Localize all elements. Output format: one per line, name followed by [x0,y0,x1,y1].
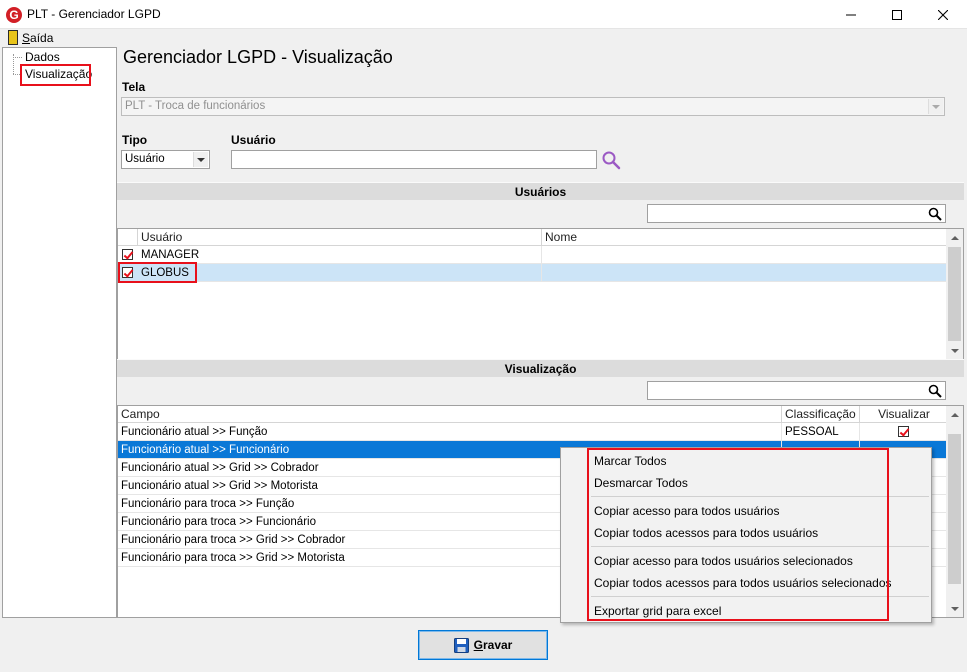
user-cell: MANAGER [138,246,542,264]
chevron-down-icon [193,152,208,167]
maximize-icon [892,9,902,20]
screen-dropdown-value: PLT - Troca de funcionários [125,100,266,112]
users-section-header: Usuários [117,182,964,200]
column-header-classificacao[interactable]: Classificação [782,406,860,423]
navigation-tree: Dados Visualização [2,47,117,618]
window-title: PLT - Gerenciador LGPD [27,7,161,21]
maximize-button[interactable] [874,0,920,29]
context-menu-highlight [587,448,889,621]
column-header-visualizar[interactable]: Visualizar [860,406,948,423]
scroll-up-icon[interactable] [946,229,963,246]
save-button[interactable]: Gravar [418,630,548,660]
exit-door-icon [8,30,18,45]
field-cell: Funcionário atual >> Função [118,423,782,441]
user-row-highlight [118,262,197,283]
tree-item-dados[interactable]: Dados [25,50,60,64]
table-row[interactable]: Funcionário atual >> Função PESSOAL [118,423,948,441]
scroll-thumb[interactable] [948,247,961,341]
tree-item-highlight [20,64,91,86]
save-button-label: Gravar [473,638,513,652]
scroll-thumb[interactable] [948,434,961,584]
table-row[interactable]: GLOBUS [118,264,948,282]
scroll-down-icon[interactable] [946,600,963,617]
chevron-down-icon [928,99,943,114]
view-search-input[interactable] [647,381,946,400]
menu-bar: Saída [0,29,967,47]
user-cell: GLOBUS [138,264,542,282]
column-header-nome[interactable]: Nome [542,229,948,246]
title-bar[interactable]: G PLT - Gerenciador LGPD [0,0,967,29]
name-cell [542,264,948,282]
scroll-down-icon[interactable] [946,342,963,359]
view-grid-scrollbar[interactable] [946,406,963,617]
search-icon[interactable] [601,150,621,170]
column-header-campo[interactable]: Campo [118,406,782,423]
users-grid-scrollbar[interactable] [946,229,963,359]
exit-menu[interactable]: Saída [3,29,54,47]
scroll-up-icon[interactable] [946,406,963,423]
screen-dropdown[interactable]: PLT - Troca de funcionários [121,97,945,116]
users-search-icon[interactable] [928,207,942,221]
column-header-usuario[interactable]: Usuário [138,229,542,246]
view-section-header: Visualização [117,359,964,377]
users-grid[interactable]: Usuário Nome MANAGER GLOBUS [117,228,964,360]
name-cell [542,246,948,264]
minimize-icon [846,14,856,15]
exit-menu-label: Saída [22,31,54,45]
user-input[interactable] [231,150,597,169]
app-logo-icon: G [6,7,22,23]
type-dropdown-value: Usuário [125,153,165,165]
screen-label: Tela [122,80,146,94]
type-label: Tipo [122,133,148,147]
classification-cell: PESSOAL [782,423,860,441]
minimize-button[interactable] [828,0,874,29]
users-search-input[interactable] [647,204,946,223]
table-row[interactable]: MANAGER [118,246,948,264]
floppy-disk-icon [453,637,469,653]
type-dropdown[interactable]: Usuário [121,150,210,169]
visible-checkbox[interactable] [898,426,909,437]
view-grid-header: Campo Classificação Visualizar [118,406,948,423]
user-label: Usuário [231,133,276,147]
close-button[interactable] [920,0,966,29]
page-title: Gerenciador LGPD - Visualização [123,47,393,67]
view-search-icon[interactable] [928,384,942,398]
close-icon [938,9,948,20]
users-grid-header: Usuário Nome [118,229,948,246]
row-checkbox[interactable] [122,249,133,260]
